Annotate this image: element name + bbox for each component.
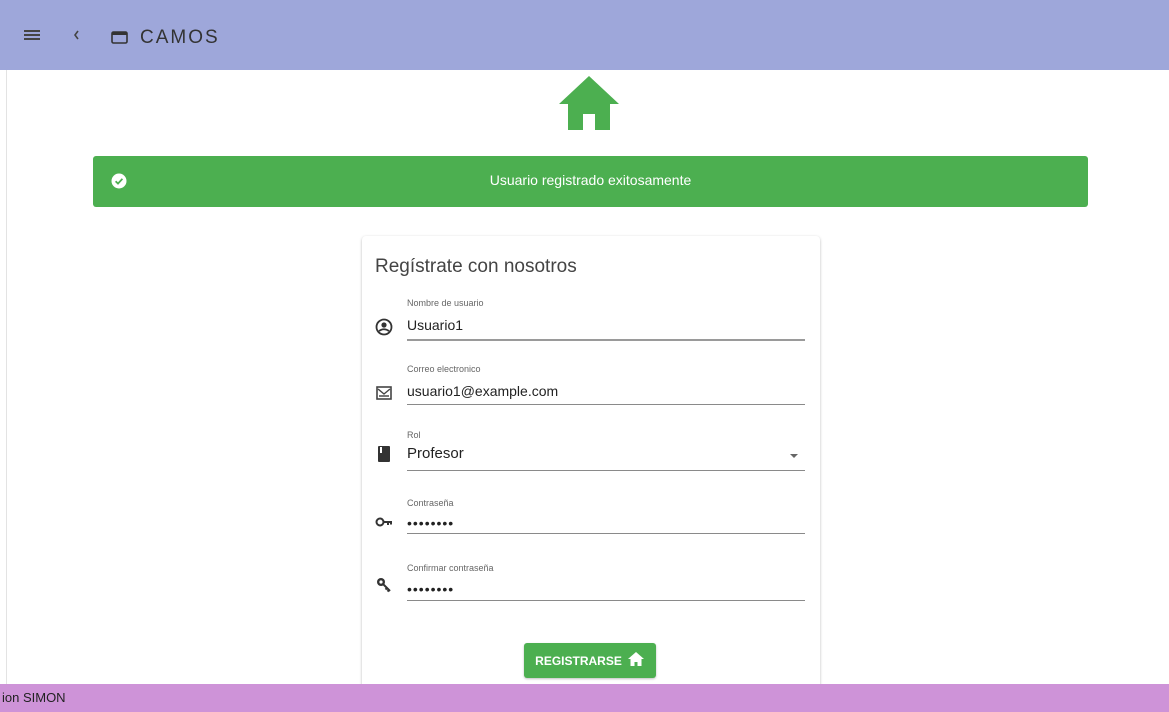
password-input[interactable]: ••••••••	[407, 515, 454, 531]
confirm-password-underline	[407, 600, 805, 601]
register-button-label: REGISTRARSE	[535, 653, 622, 668]
register-button[interactable]: REGISTRARSE	[524, 643, 656, 678]
username-label: Nombre de usuario	[407, 298, 484, 308]
window-icon	[111, 31, 128, 44]
app-title: CAMOS	[140, 27, 220, 48]
username-underline	[407, 339, 805, 341]
alert-message: Usuario registrado exitosamente	[489, 172, 692, 188]
key-search-icon	[375, 576, 393, 594]
left-divider	[6, 70, 7, 684]
chevron-down-icon[interactable]	[790, 454, 798, 458]
confirm-password-label: Confirmar contraseña	[407, 563, 494, 573]
email-input[interactable]: usuario1@example.com	[407, 383, 558, 399]
footer: ion SIMON	[0, 684, 1169, 712]
registration-card: Regístrate con nosotros Nombre de usuari…	[362, 236, 820, 696]
email-label: Correo electronico	[407, 364, 481, 374]
chevron-left-icon[interactable]	[68, 26, 86, 44]
email-icon	[375, 384, 393, 402]
book-icon	[375, 445, 393, 463]
username-input[interactable]: Usuario1	[407, 317, 463, 333]
key-icon	[375, 513, 393, 531]
password-underline	[407, 533, 805, 534]
home-icon	[627, 651, 645, 670]
password-label: Contraseña	[407, 498, 454, 508]
account-circle-icon	[375, 318, 393, 336]
role-label: Rol	[407, 430, 421, 440]
confirm-password-input[interactable]: ••••••••	[407, 581, 454, 597]
hamburger-menu-icon[interactable]	[24, 27, 42, 43]
success-alert: Usuario registrado exitosamente	[93, 156, 1088, 207]
email-underline	[407, 404, 805, 405]
role-underline	[407, 470, 805, 471]
app-bar: CAMOS	[0, 0, 1169, 70]
role-select[interactable]: Profesor	[407, 445, 464, 462]
footer-text: ion SIMON	[2, 690, 66, 705]
form-title: Regístrate con nosotros	[375, 256, 577, 277]
home-icon	[557, 74, 621, 132]
